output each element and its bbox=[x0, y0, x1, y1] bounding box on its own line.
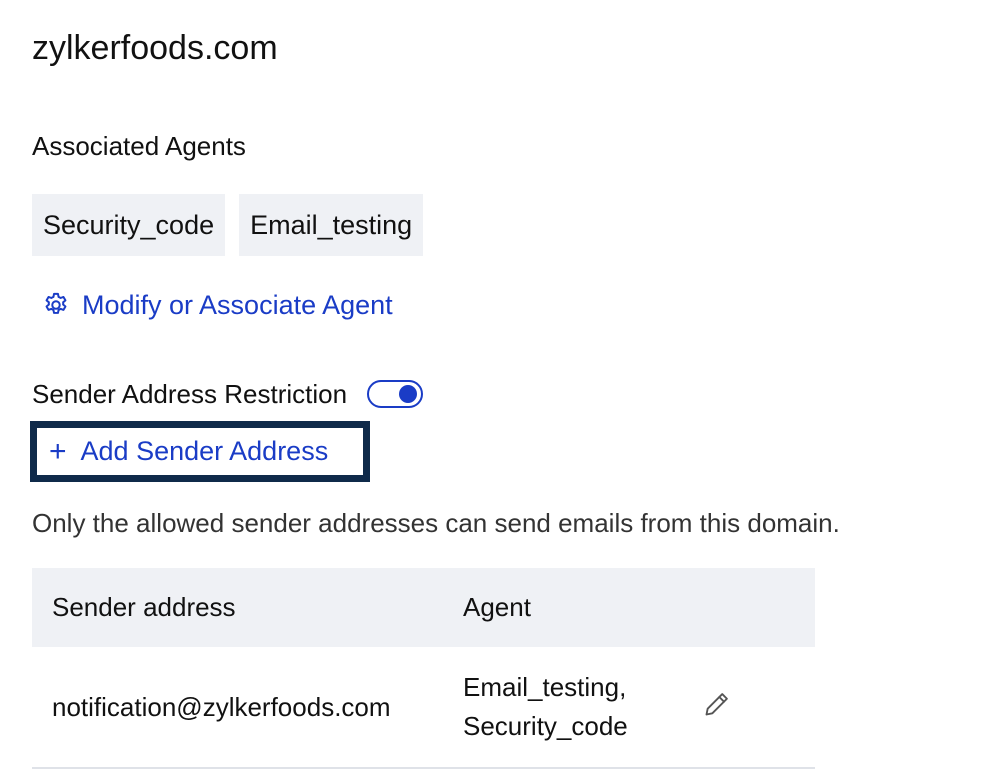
plus-icon: + bbox=[49, 434, 67, 468]
agent-cell-line: Email_testing, bbox=[463, 672, 627, 702]
modify-associate-agent-label: Modify or Associate Agent bbox=[82, 290, 393, 320]
add-sender-address-button[interactable]: + Add Sender Address bbox=[30, 421, 370, 482]
add-sender-address-label: Add Sender Address bbox=[80, 436, 329, 466]
table-header: Sender address Agent bbox=[32, 568, 815, 647]
domain-title: zylkerfoods.com bbox=[32, 29, 278, 67]
column-header-agent: Agent bbox=[463, 592, 531, 622]
modify-associate-agent-link[interactable]: Modify or Associate Agent bbox=[42, 286, 393, 324]
pencil-icon[interactable] bbox=[703, 690, 731, 718]
sender-restriction-label: Sender Address Restriction bbox=[32, 379, 348, 409]
gear-icon bbox=[42, 291, 70, 319]
agent-chip-email-testing: Email_testing bbox=[239, 194, 424, 256]
row-actions bbox=[703, 690, 815, 725]
associated-agents-heading: Associated Agents bbox=[32, 131, 246, 161]
sender-restriction-toggle[interactable] bbox=[367, 380, 424, 408]
toggle-knob bbox=[399, 385, 418, 403]
agent-chip-list: Security_code Email_testing bbox=[32, 194, 424, 256]
agent-cell-line: Security_code bbox=[463, 711, 628, 741]
table-row: notification@zylkerfoods.com Email_testi… bbox=[32, 647, 815, 769]
sender-address-table: Sender address Agent notification@zylker… bbox=[32, 568, 815, 769]
agent-chip-security-code: Security_code bbox=[32, 194, 226, 256]
sender-restriction-note: Only the allowed sender addresses can se… bbox=[32, 508, 840, 538]
sender-restriction-row: Sender Address Restriction bbox=[32, 376, 424, 412]
column-header-sender-address: Sender address bbox=[52, 592, 236, 622]
sender-address-cell: notification@zylkerfoods.com bbox=[52, 691, 391, 722]
agent-cell: Email_testing, Security_code bbox=[463, 668, 703, 746]
